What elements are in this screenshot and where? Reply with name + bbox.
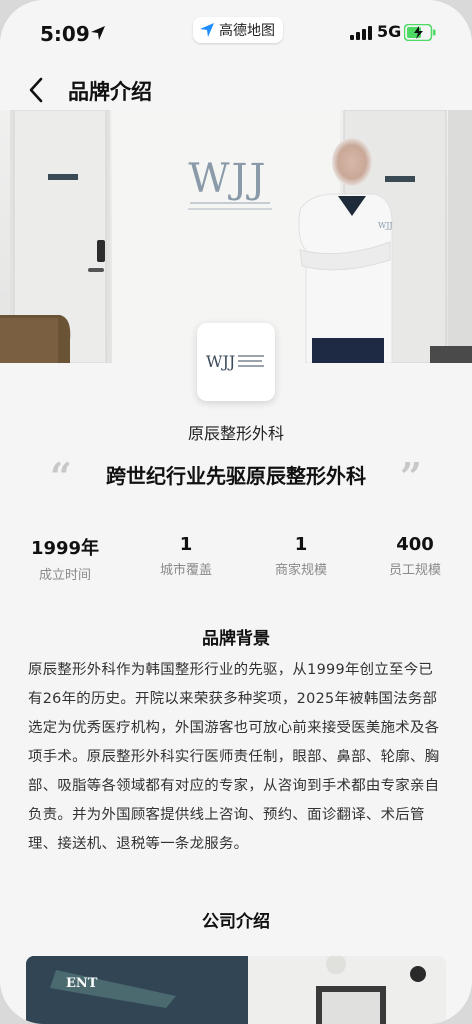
quote-close-icon: ”: [400, 454, 422, 499]
page-title: 品牌介绍: [68, 80, 152, 104]
status-time: 5:09: [40, 22, 90, 46]
stat-value: 1: [179, 534, 193, 555]
navigation-bar: 品牌介绍: [0, 68, 472, 112]
status-bar: 5:09 高德地图 5G: [0, 0, 472, 68]
stat-employees: 400 员工规模: [360, 534, 470, 578]
stat-label: 成立时间: [38, 568, 91, 583]
stat-value: 1: [294, 534, 308, 555]
network-type: 5G: [377, 22, 402, 41]
section-title-background: 品牌背景: [202, 629, 270, 649]
return-to-app-pill[interactable]: 高德地图: [193, 17, 283, 43]
brand-stats: 1999年 成立时间 1 城市覆盖 1 商家规模 400 员工规模: [0, 534, 472, 584]
entrance-sign: ENT: [66, 976, 98, 991]
slogan-block: “ 跨世纪行业先驱原辰整形外科 ”: [0, 456, 472, 496]
coat-logo: WJJ: [378, 221, 393, 230]
stat-merchants: 1 商家规模: [246, 534, 356, 578]
wall-logo: WJJ: [188, 156, 267, 202]
brand-logo: WJJ: [206, 352, 264, 371]
location-arrow-icon: [91, 26, 105, 40]
company-photo: ENT: [26, 956, 446, 1024]
back-arrow-icon[interactable]: [26, 76, 48, 104]
stat-cities: 1 城市覆盖: [131, 534, 241, 578]
app-name: 高德地图: [219, 23, 275, 39]
brand-logo-card: WJJ: [197, 323, 275, 401]
phone-screen: 5:09 高德地图 5G 品牌介绍 WJJ WJJ WJJ 原辰整形外科 “ 跨…: [0, 0, 472, 1024]
section-title-company: 公司介绍: [202, 912, 270, 932]
brand-logo-text: WJJ: [206, 352, 235, 371]
stat-label: 商家规模: [274, 563, 327, 578]
brand-background-text: 原辰整形外科作为韩国整形行业的先驱，从1999年创立至今已有26年的历史。开院以…: [28, 662, 440, 852]
clinic-name: 原辰整形外科: [187, 424, 284, 443]
stat-value: 1999年: [30, 538, 100, 559]
signal-icon: [350, 26, 372, 40]
stat-label: 员工规模: [388, 563, 441, 578]
stat-value: 400: [396, 534, 434, 555]
stat-founded: 1999年 成立时间: [10, 534, 120, 583]
battery-charging-icon: [404, 24, 436, 41]
stat-label: 城市覆盖: [159, 563, 212, 578]
amap-icon: [200, 23, 214, 37]
